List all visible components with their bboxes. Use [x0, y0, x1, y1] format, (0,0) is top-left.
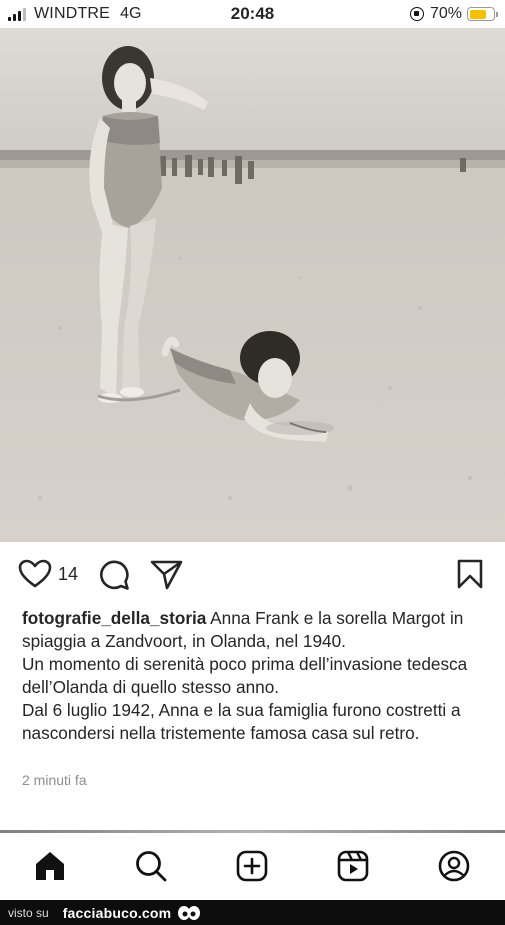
beach-photo-icon [0, 28, 505, 542]
nav-search[interactable] [135, 850, 167, 887]
post-caption: fotografie_della_storia Anna Frank e la … [22, 607, 492, 745]
post-photo[interactable] [0, 28, 505, 542]
profile-icon [438, 850, 470, 882]
watermark-prefix: visto su [8, 905, 49, 920]
rotation-lock-icon [409, 7, 424, 21]
battery-percent: 70% [429, 5, 462, 22]
home-icon [36, 852, 64, 880]
nav-reels[interactable] [337, 850, 369, 887]
save-button[interactable] [456, 559, 484, 594]
battery-icon [467, 7, 498, 21]
caption-paragraph: Un momento di serenità poco prima dell’i… [22, 654, 468, 697]
nav-profile[interactable] [438, 850, 470, 887]
share-button[interactable] [150, 559, 184, 596]
eyes-logo-icon [178, 905, 201, 920]
caption-paragraph: fotografie_della_storia Anna Frank e la … [22, 607, 492, 652]
send-icon [150, 560, 183, 590]
comment-icon [100, 560, 129, 590]
reels-icon [337, 850, 369, 882]
post-actions: 14 [0, 555, 505, 593]
post-username[interactable]: fotografie_della_storia [22, 608, 206, 628]
search-icon [136, 851, 167, 882]
status-bar: WINDTRE 4G 20:48 70% [0, 0, 505, 28]
status-right: 70% [409, 5, 498, 23]
watermark-site: facciabuco.com [62, 904, 172, 921]
post-timestamp: 2 minuti fa [22, 772, 87, 788]
watermark-bar: visto su facciabuco.com [0, 900, 505, 925]
nav-create[interactable] [236, 850, 268, 887]
comment-button[interactable] [98, 559, 130, 596]
like-button[interactable] [18, 559, 52, 594]
heart-icon [18, 559, 52, 588]
create-icon [236, 850, 268, 882]
bookmark-icon [457, 559, 483, 589]
like-count[interactable]: 14 [58, 564, 78, 585]
bottom-nav [0, 833, 505, 900]
nav-home[interactable] [34, 850, 66, 887]
caption-paragraph: Dal 6 luglio 1942, Anna e la sua famigli… [22, 700, 461, 743]
